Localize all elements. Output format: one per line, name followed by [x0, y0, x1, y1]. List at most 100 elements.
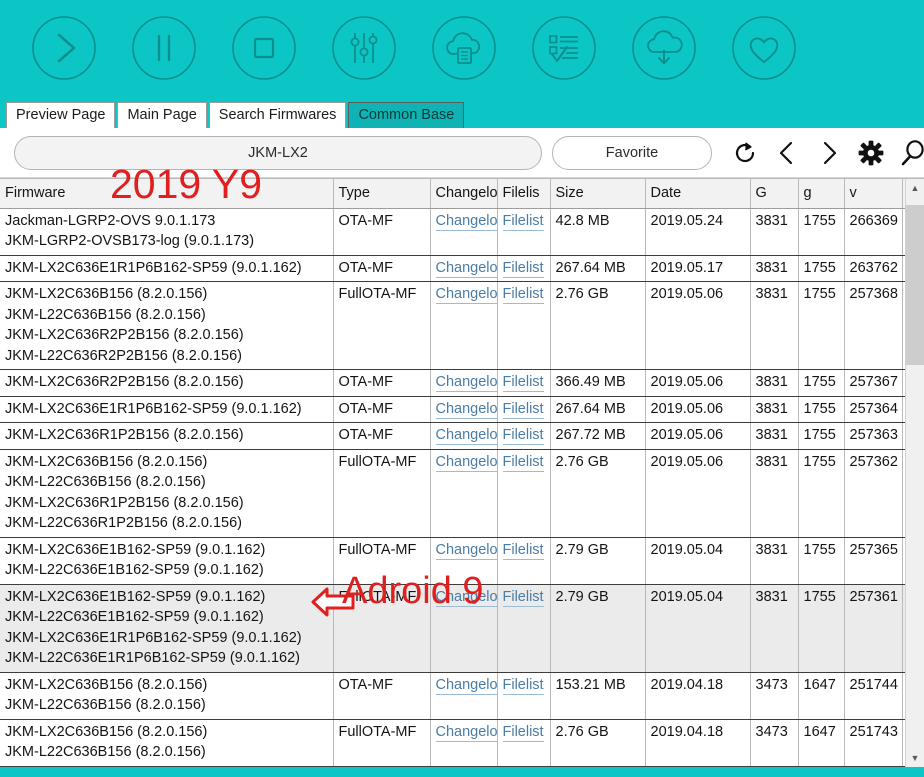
column-header-size[interactable]: Size [550, 179, 646, 209]
play-button[interactable] [14, 9, 114, 87]
favorites-heart-button[interactable] [714, 9, 814, 87]
cell-g-lower: 1755 [798, 584, 845, 673]
cloud-document-button[interactable] [414, 9, 514, 87]
filelist-link[interactable]: Filelist [502, 541, 544, 560]
column-header-g-upper[interactable]: G [750, 179, 799, 209]
cell-firmware: JKM-LX2C636E1R1P6B162-SP59 (9.0.1.162) [0, 255, 334, 282]
tab-common-base[interactable]: Common Base [348, 102, 465, 128]
changelog-link[interactable]: Changelog [435, 723, 496, 742]
cloud-download-button[interactable] [614, 9, 714, 87]
table-row[interactable]: JKM-LX2C636R2P2B156 (8.2.0.156) OTA-MF Cha… [0, 369, 905, 397]
settings-sliders-button[interactable] [314, 9, 414, 87]
search-input[interactable]: JKM-LX2 [14, 135, 542, 170]
table-row[interactable]: JKM-LX2C636B156 (8.2.0.156) JKM-L22C636B1… [0, 449, 905, 538]
table-row[interactable]: Jackman-LGRP2-OVS 9.0.1.173 JKM-LGRP2-OVS… [0, 208, 905, 256]
tab-search-firmwares[interactable]: Search Firmwares [208, 102, 347, 128]
table-row[interactable]: JKM-LX2C636E1B162-SP59 (9.0.1.162) JKM-L2… [0, 537, 905, 585]
firmware-name-line: JKM-LX2C636B156 (8.2.0.156) [5, 453, 208, 470]
top-toolbar [0, 0, 924, 96]
scroll-down-arrow-icon[interactable]: ▼ [906, 749, 924, 767]
column-header-filelist[interactable]: Filelis [497, 179, 551, 209]
table-row[interactable]: JKM-LX2C636E1B162-SP59 (9.0.1.162) JKM-L2… [0, 584, 905, 673]
filelist-link[interactable]: Filelist [502, 588, 544, 607]
filelist-link[interactable]: Filelist [502, 453, 544, 472]
table-row[interactable]: JKM-LX2C636B156 (8.2.0.156) JKM-L22C636B1… [0, 281, 905, 370]
cell-g-lower: 1755 [798, 255, 845, 282]
firmware-name-line: JKM-L22C636B156 (8.2.0.156) [5, 306, 206, 323]
changelog-link[interactable]: Changelog [435, 676, 496, 695]
cell-size: 2.79 GB [550, 537, 646, 585]
table-row[interactable]: JKM-LX2C636E1R1P6B162-SP59 (9.0.1.162) OT… [0, 255, 905, 282]
filelist-link[interactable]: Filelist [502, 676, 544, 695]
cell-filelist: Filelist [497, 449, 551, 538]
cell-size: 267.64 MB [550, 396, 646, 423]
search-bar: JKM-LX2 Favorite [0, 128, 924, 178]
cell-g-upper: 3831 [750, 422, 799, 450]
column-header-v[interactable]: v [844, 179, 903, 209]
changelog-link[interactable]: Changelog [435, 453, 496, 472]
changelog-link[interactable]: Changelog [435, 259, 496, 278]
cell-version: 257365 [844, 537, 903, 585]
filelist-link[interactable]: Filelist [502, 373, 544, 392]
table-row[interactable]: JKM-LX2C636R2P2B155 (8.2.0.155)OTA-MFCha… [0, 766, 905, 767]
cell-changelog: Changelog [430, 281, 498, 370]
firmware-name-line: JKM-L22C636R2P2B156 (8.2.0.156) [5, 347, 242, 364]
checklist-button[interactable] [514, 9, 614, 87]
forward-button[interactable] [810, 133, 848, 173]
settings-button[interactable] [852, 133, 890, 173]
filelist-link[interactable]: Filelist [502, 426, 544, 445]
table-row[interactable]: JKM-LX2C636B156 (8.2.0.156) JKM-L22C636B1… [0, 672, 905, 720]
filelist-link[interactable]: Filelist [502, 259, 544, 278]
filelist-link[interactable]: Filelist [502, 723, 544, 742]
vscroll-thumb[interactable] [906, 205, 924, 365]
changelog-link[interactable]: Changelog [435, 373, 496, 392]
cell-filelist: Filelist [497, 281, 551, 370]
changelog-link[interactable]: Changelog [435, 400, 496, 419]
table-row[interactable]: JKM-LX2C636R1P2B156 (8.2.0.156) OTA-MF Cha… [0, 422, 905, 450]
changelog-link[interactable]: Changelog [435, 212, 496, 231]
cell-date: 2019.05.06 [645, 449, 751, 538]
changelog-link[interactable]: Changelog [435, 426, 496, 445]
changelog-link[interactable]: Changelog [435, 285, 496, 304]
cell-version: 263762 [844, 255, 903, 282]
cell-date: 2019.04.18 [645, 672, 751, 720]
filelist-link[interactable]: Filelist [502, 400, 544, 419]
refresh-button[interactable] [726, 133, 764, 173]
firmware-name-line: JKM-LX2C636E1B162-SP59 (9.0.1.162) [5, 588, 266, 605]
cell-type: FullOTA-MF [333, 719, 431, 767]
tab-preview-page[interactable]: Preview Page [6, 102, 116, 128]
firmware-name-line: JKM-LX2C636E1B162-SP59 (9.0.1.162) [5, 541, 266, 558]
pause-button[interactable] [114, 9, 214, 87]
filelist-link[interactable]: Filelist [502, 285, 544, 304]
table-row[interactable]: JKM-LX2C636B156 (8.2.0.156) JKM-L22C636B1… [0, 719, 905, 767]
cell-type: FullOTA-MF [333, 281, 431, 370]
back-button[interactable] [768, 133, 806, 173]
filelist-link[interactable]: Filelist [502, 212, 544, 231]
column-header-g-lower[interactable]: g [798, 179, 845, 209]
tab-main-page[interactable]: Main Page [117, 102, 207, 128]
cell-filelist: Filelist [497, 208, 551, 256]
cell-changelog: Changelog [430, 369, 498, 397]
column-header-firmware[interactable]: Firmware [0, 179, 334, 209]
firmware-name-line: JKM-L22C636E1R1P6B162-SP59 (9.0.1.162) [5, 650, 301, 666]
column-header-date[interactable]: Date [645, 179, 751, 209]
cell-type: FullOTA-MF [333, 537, 431, 585]
firmware-name-line: JKM-LX2C636R2P2B156 (8.2.0.156) [5, 327, 244, 343]
scroll-up-arrow-icon[interactable]: ▲ [906, 179, 924, 197]
column-header-type[interactable]: Type [333, 179, 431, 209]
vertical-scrollbar[interactable]: ▲ ▼ [905, 179, 924, 767]
changelog-link[interactable]: Changelog [435, 541, 496, 560]
column-header-changelog[interactable]: Changelo [430, 179, 498, 209]
changelog-link[interactable]: Changelog [435, 588, 496, 607]
cloud-download-icon [632, 16, 696, 80]
back-chevron-icon [779, 141, 793, 164]
table-row[interactable]: JKM-LX2C636E1R1P6B162-SP59 (9.0.1.162) OT… [0, 396, 905, 423]
vscroll-track[interactable] [906, 197, 924, 749]
firmware-name-line: JKM-L22C636B156 (8.2.0.156) [5, 744, 206, 760]
cell-changelog: Changelog [430, 537, 498, 585]
cell-changelog: Changelog [430, 449, 498, 538]
firmware-name-line: JKM-LX2C636R1P2B156 (8.2.0.156) [5, 494, 244, 511]
favorite-button[interactable]: Favorite [552, 135, 712, 170]
stop-button[interactable] [214, 9, 314, 87]
search-button[interactable] [894, 133, 924, 173]
